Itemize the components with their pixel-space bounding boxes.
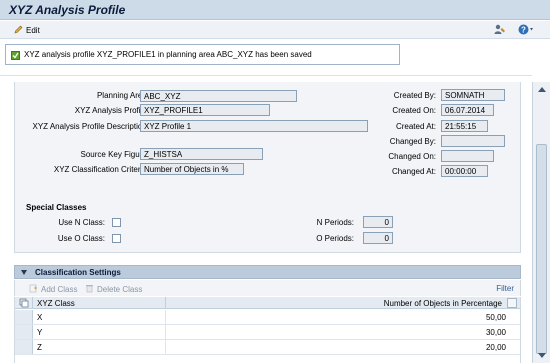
column-header-class[interactable]: XYZ Class — [37, 299, 75, 308]
profile-header-panel: Planning Area: ABC_XYZ XYZ Analysis Prof… — [14, 82, 521, 253]
changed-by-field[interactable] — [441, 135, 505, 147]
table-header: XYZ Class Number of Objects in Percentag… — [15, 297, 520, 309]
row-class-cell: Z — [37, 343, 42, 352]
source-key-figure-label: Source Key Figure: — [80, 150, 149, 159]
created-by-field[interactable]: SOMNATH — [441, 89, 505, 101]
collapse-icon[interactable] — [21, 270, 27, 275]
row-percentage-cell: 30,00 — [485, 328, 506, 337]
add-class-label: Add Class — [41, 285, 78, 294]
changed-at-label: Changed At: — [391, 167, 436, 176]
add-class-button[interactable]: Add Class — [29, 284, 77, 295]
select-all-icon[interactable] — [15, 297, 33, 309]
profile-description-field[interactable]: XYZ Profile 1 — [140, 120, 368, 132]
use-n-class-label: Use N Class: — [58, 218, 105, 227]
delete-class-label: Delete Class — [97, 285, 143, 294]
success-message: XYZ analysis profile XYZ_PROFILE1 in pla… — [5, 44, 400, 65]
user-settings-icon[interactable] — [494, 24, 506, 37]
profile-description-label: XYZ Analysis Profile Description: — [32, 122, 150, 131]
o-periods-label: O Periods: — [316, 234, 354, 243]
scroll-up-icon[interactable] — [538, 87, 546, 92]
changed-on-label: Changed On: — [388, 152, 436, 161]
created-on-field[interactable]: 06.07.2014 — [441, 104, 494, 116]
edit-button-label: Edit — [26, 26, 40, 35]
analysis-profile-label: XYZ Analysis Profile: — [74, 106, 149, 115]
row-percentage-cell: 20,00 — [485, 343, 506, 352]
pencil-icon — [14, 25, 23, 36]
row-class-cell: Y — [37, 328, 43, 337]
classification-table: XYZ Class Number of Objects in Percentag… — [14, 297, 521, 363]
classification-criteria-label: XYZ Classification Criteria: — [53, 165, 149, 174]
n-periods-label: N Periods: — [316, 218, 354, 227]
main-toolbar: Edit ? — [0, 21, 550, 39]
classification-toolbar: Add Class Delete Class Filter — [14, 280, 521, 296]
row-percentage-cell: 50,00 — [485, 313, 506, 322]
cell-separator — [165, 325, 166, 339]
changed-at-field[interactable]: 00:00:00 — [441, 165, 488, 177]
created-at-label: Created At: — [395, 122, 436, 131]
use-o-class-label: Use O Class: — [57, 234, 105, 243]
table-row[interactable]: Z 20,00 — [15, 340, 520, 355]
divider — [0, 75, 532, 76]
add-icon — [29, 284, 38, 295]
classification-settings-title: Classification Settings — [35, 268, 121, 277]
delete-class-button[interactable]: Delete Class — [85, 284, 142, 295]
row-selector[interactable] — [15, 340, 33, 354]
delete-icon — [85, 284, 94, 295]
vertical-scrollbar[interactable] — [532, 82, 550, 363]
use-o-class-checkbox[interactable] — [112, 234, 121, 243]
page-title: XYZ Analysis Profile — [9, 3, 126, 17]
created-at-field[interactable]: 21:55:15 — [441, 120, 488, 132]
changed-by-label: Changed By: — [389, 137, 436, 146]
title-bar: XYZ Analysis Profile — [0, 0, 550, 20]
column-separator — [165, 297, 166, 309]
cell-separator — [165, 340, 166, 354]
message-text: XYZ analysis profile XYZ_PROFILE1 in pla… — [24, 50, 312, 59]
column-header-percentage[interactable]: Number of Objects in Percentage — [384, 299, 502, 308]
special-classes-heading: Special Classes — [26, 203, 87, 212]
created-on-label: Created On: — [392, 106, 436, 115]
scroll-down-icon[interactable] — [538, 353, 546, 358]
table-row[interactable]: Y 30,00 — [15, 325, 520, 340]
changed-on-field[interactable] — [441, 150, 494, 162]
edit-button[interactable]: Edit — [14, 25, 40, 36]
n-periods-field[interactable]: 0 — [363, 216, 393, 228]
analysis-profile-field[interactable]: XYZ_PROFILE1 — [140, 104, 270, 116]
table-row[interactable]: X 50,00 — [15, 310, 520, 325]
svg-text:?: ? — [521, 26, 526, 35]
classification-criteria-field[interactable]: Number of Objects in % — [140, 163, 244, 175]
use-n-class-checkbox[interactable] — [112, 218, 121, 227]
filter-link[interactable]: Filter — [496, 284, 514, 293]
classification-settings-header[interactable]: Classification Settings — [14, 265, 521, 279]
row-selector[interactable] — [15, 310, 33, 324]
scrollbar-thumb[interactable] — [536, 144, 547, 354]
help-icon[interactable]: ? — [518, 24, 534, 37]
row-selector[interactable] — [15, 325, 33, 339]
o-periods-field[interactable]: 0 — [363, 232, 393, 244]
column-settings-icon[interactable] — [507, 298, 517, 308]
source-key-figure-field[interactable]: Z_HISTSA — [140, 148, 263, 160]
row-class-cell: X — [37, 313, 43, 322]
planning-area-field[interactable]: ABC_XYZ — [140, 90, 297, 102]
cell-separator — [165, 310, 166, 324]
created-by-label: Created By: — [393, 91, 436, 100]
success-check-icon — [11, 51, 20, 60]
